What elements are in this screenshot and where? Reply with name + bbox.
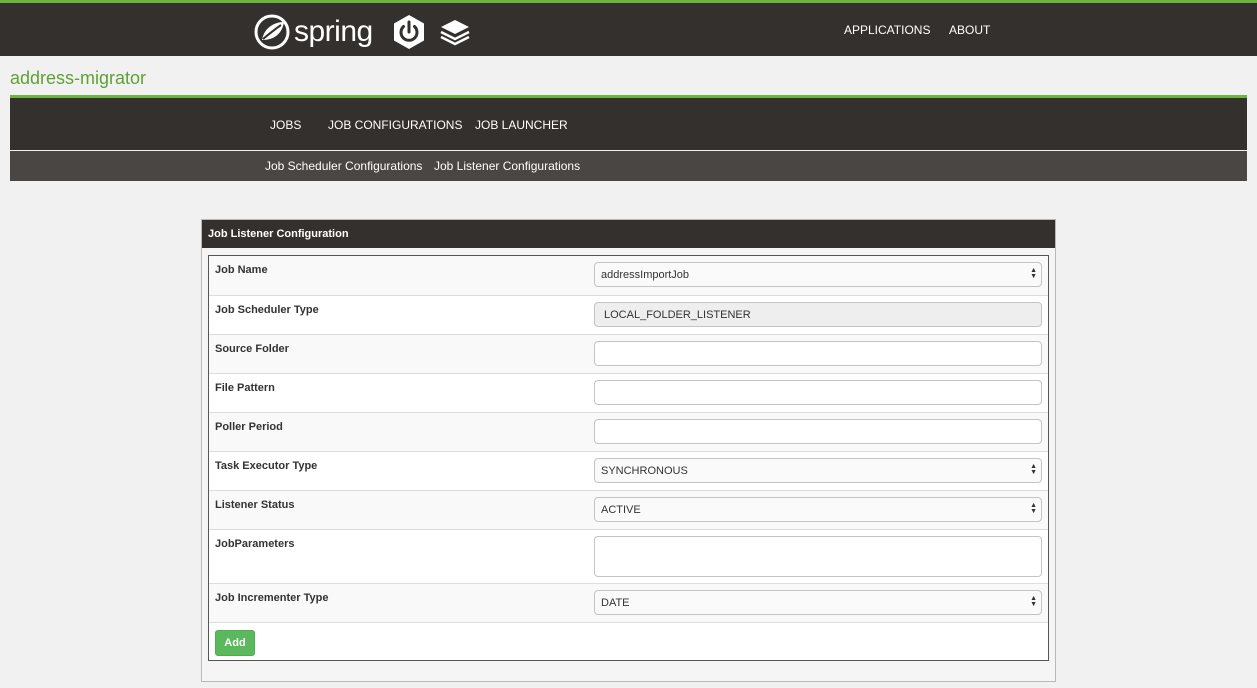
listener-status-value: ACTIVE — [601, 504, 641, 516]
incrementer-type-label: Job Incrementer Type — [215, 592, 329, 604]
primary-nav: JOBS JOB CONFIGURATIONS JOB LAUNCHER — [10, 95, 1247, 150]
select-arrows-icon: ▲ ▼ — [1030, 267, 1037, 280]
form-row-job-name: Job Name addressImportJob ▲ ▼ — [209, 256, 1048, 295]
select-arrows-icon: ▲ ▼ — [1030, 463, 1037, 476]
spring-boot-power-icon[interactable] — [391, 14, 427, 50]
source-folder-label: Source Folder — [215, 343, 289, 355]
tab-jobs[interactable]: JOBS — [270, 118, 301, 132]
panel-title: Job Listener Configuration — [202, 220, 1055, 248]
tab-job-launcher[interactable]: JOB LAUNCHER — [475, 118, 568, 132]
scheduler-type-field: LOCAL_FOLDER_LISTENER — [594, 302, 1042, 327]
source-folder-input[interactable] — [594, 341, 1042, 366]
scheduler-type-value: LOCAL_FOLDER_LISTENER — [604, 309, 751, 321]
job-name-select-value: addressImportJob — [601, 269, 690, 281]
task-executor-type-value: SYNCHRONOUS — [601, 465, 688, 477]
secondary-nav: Job Scheduler Configurations Job Listene… — [10, 151, 1247, 181]
listener-status-select[interactable]: ACTIVE ▲ ▼ — [594, 497, 1042, 522]
form-row-actions: Add — [209, 622, 1048, 660]
spring-wordmark: spring — [294, 15, 373, 48]
form-row-job-parameters: JobParameters — [209, 529, 1048, 583]
form-row-file-pattern: File Pattern — [209, 373, 1048, 412]
page-title: address-migrator — [10, 68, 147, 88]
nav-applications[interactable]: APPLICATIONS — [844, 23, 930, 37]
task-executor-type-select[interactable]: SYNCHRONOUS ▲ ▼ — [594, 458, 1042, 483]
job-name-label: Job Name — [215, 264, 268, 276]
add-button[interactable]: Add — [215, 630, 255, 656]
layers-stack-icon[interactable] — [439, 16, 471, 48]
incrementer-type-select[interactable]: DATE ▲ ▼ — [594, 590, 1042, 615]
select-arrows-icon: ▲ ▼ — [1030, 595, 1037, 608]
form-row-incrementer-type: Job Incrementer Type DATE ▲ ▼ — [209, 583, 1048, 622]
form-row-poller-period: Poller Period — [209, 412, 1048, 451]
spring-logo[interactable]: spring — [254, 14, 373, 50]
spring-brand[interactable]: spring — [254, 11, 471, 53]
form-row-task-executor-type: Task Executor Type SYNCHRONOUS ▲ ▼ — [209, 451, 1048, 490]
form-table: Job Name addressImportJob ▲ ▼ Job Schedul… — [208, 255, 1049, 661]
job-name-select[interactable]: addressImportJob ▲ ▼ — [594, 262, 1042, 287]
job-parameters-textarea[interactable] — [594, 536, 1042, 577]
form-row-source-folder: Source Folder — [209, 334, 1048, 373]
job-parameters-label: JobParameters — [215, 538, 295, 550]
file-pattern-label: File Pattern — [215, 382, 275, 394]
file-pattern-input[interactable] — [594, 380, 1042, 405]
job-listener-configuration-panel: Job Listener Configuration Job Name addr… — [201, 219, 1056, 682]
select-arrows-icon: ▲ ▼ — [1030, 502, 1037, 515]
form-row-listener-status: Listener Status ACTIVE ▲ ▼ — [209, 490, 1048, 529]
poller-period-label: Poller Period — [215, 421, 283, 433]
tab-job-configurations[interactable]: JOB CONFIGURATIONS — [328, 118, 462, 132]
nav-about[interactable]: ABOUT — [949, 23, 990, 37]
incrementer-type-value: DATE — [601, 597, 630, 609]
task-executor-type-label: Task Executor Type — [215, 460, 318, 472]
top-header: spring APPLICATIONS ABOUT — [0, 0, 1257, 56]
listener-status-label: Listener Status — [215, 499, 295, 511]
scheduler-type-label: Job Scheduler Type — [215, 304, 319, 316]
subtab-job-listener-configurations[interactable]: Job Listener Configurations — [434, 159, 580, 173]
form-row-scheduler-type: Job Scheduler Type LOCAL_FOLDER_LISTENER — [209, 295, 1048, 334]
spring-leaf-icon — [254, 14, 290, 50]
poller-period-input[interactable] — [594, 419, 1042, 444]
subtab-job-scheduler-configurations[interactable]: Job Scheduler Configurations — [265, 159, 422, 173]
